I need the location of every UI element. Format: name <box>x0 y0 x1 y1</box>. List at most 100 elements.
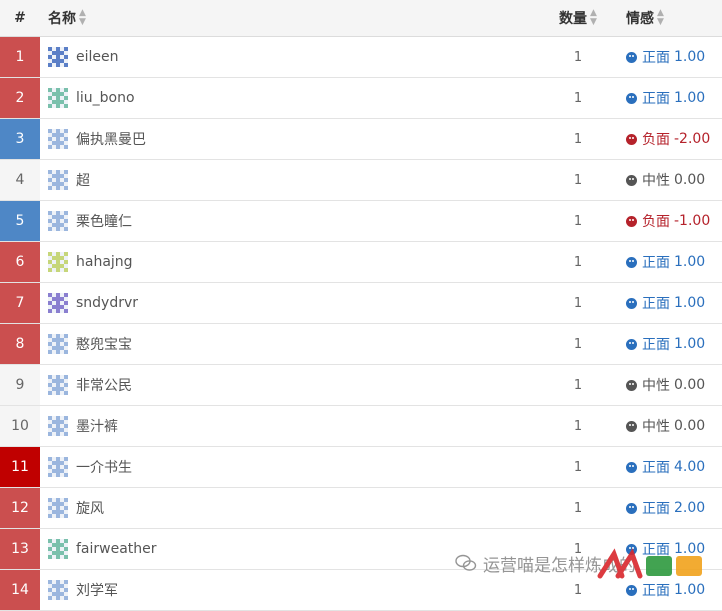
rank-number: 4 <box>15 172 25 188</box>
table-row[interactable]: 11 一介书生 1 正面 4.00 <box>0 447 722 488</box>
avatar <box>48 170 68 190</box>
user-name[interactable]: 偏执黑曼巴 <box>76 129 146 149</box>
name-cell[interactable]: 一介书生 <box>48 447 528 487</box>
sentiment-label: 正面 <box>642 337 670 353</box>
avatar <box>48 211 68 231</box>
column-name-header[interactable]: 名称 ▲ ▼ <box>48 0 528 36</box>
table-row[interactable]: 2 liu_bono 1 正面 1.00 <box>0 78 722 119</box>
avatar <box>48 539 68 559</box>
count-value: 1 <box>573 172 583 188</box>
name-cell[interactable]: 旋风 <box>48 488 528 528</box>
count-cell: 1 <box>548 201 608 241</box>
name-cell[interactable]: liu_bono <box>48 78 528 118</box>
name-cell[interactable]: eileen <box>48 37 528 77</box>
rank-cell: 6 <box>0 242 40 282</box>
table-row[interactable]: 1 eileen 1 正面 1.00 <box>0 37 722 78</box>
count-cell: 1 <box>548 37 608 77</box>
rank-cell: 1 <box>0 37 40 77</box>
user-name[interactable]: 栗色瞳仁 <box>76 211 132 231</box>
sentiment-cell: 正面 1.00 <box>626 242 722 282</box>
user-name[interactable]: 非常公民 <box>76 375 132 395</box>
name-cell[interactable]: 栗色瞳仁 <box>48 201 528 241</box>
column-sentiment-header[interactable]: 情感 ▲ ▼ <box>626 0 722 36</box>
neutral-face-icon <box>626 420 637 432</box>
name-cell[interactable]: 墨汁裤 <box>48 406 528 446</box>
name-cell[interactable]: hahajng <box>48 242 528 282</box>
rank-cell: 5 <box>0 201 40 241</box>
user-name[interactable]: 旋风 <box>76 498 104 518</box>
sentiment-label: 正面 <box>642 91 670 107</box>
name-cell[interactable]: 偏执黑曼巴 <box>48 119 528 159</box>
table-row[interactable]: 5 栗色瞳仁 1 负面 -1.00 <box>0 201 722 242</box>
sentiment-cell: 负面 -1.00 <box>626 201 722 241</box>
sentiment-score: -2.00 <box>674 131 711 147</box>
table-row[interactable]: 4 超 1 中性 0.00 <box>0 160 722 201</box>
rank-number: 3 <box>15 131 25 147</box>
count-value: 1 <box>573 49 583 65</box>
rank-cell: 2 <box>0 78 40 118</box>
smile-icon <box>626 461 637 473</box>
user-name[interactable]: 一介书生 <box>76 457 132 477</box>
table-row[interactable]: 6 hahajng 1 正面 1.00 <box>0 242 722 283</box>
rank-number: 7 <box>15 295 25 311</box>
user-name[interactable]: 墨汁裤 <box>76 416 118 436</box>
user-name[interactable]: fairweather <box>76 541 157 557</box>
sentiment-label: 正面 <box>642 296 670 312</box>
leaderboard-table: # 名称 ▲ ▼ 数量 ▲ ▼ 情感 ▲ ▼ 1 eileen 1 正面 1.0… <box>0 0 722 611</box>
table-row[interactable]: 9 非常公民 1 中性 0.00 <box>0 365 722 406</box>
column-sentiment-label: 情感 <box>626 11 654 27</box>
table-row[interactable]: 12 旋风 1 正面 2.00 <box>0 488 722 529</box>
avatar <box>48 498 68 518</box>
user-name[interactable]: hahajng <box>76 254 133 270</box>
name-cell[interactable]: sndydrvr <box>48 283 528 323</box>
smile-icon <box>626 338 637 350</box>
rank-number: 1 <box>15 49 25 65</box>
sentiment-score: 1.00 <box>674 90 706 106</box>
rank-cell: 4 <box>0 160 40 200</box>
user-name[interactable]: sndydrvr <box>76 295 138 311</box>
avatar <box>48 47 68 67</box>
user-name[interactable]: 刘学军 <box>76 580 118 600</box>
sentiment-cell: 正面 2.00 <box>626 488 722 528</box>
rank-cell: 13 <box>0 529 40 569</box>
name-cell[interactable]: 非常公民 <box>48 365 528 405</box>
column-count-header[interactable]: 数量 ▲ ▼ <box>548 0 608 36</box>
wechat-icon <box>455 554 477 571</box>
sort-icon[interactable]: ▲ ▼ <box>657 9 664 27</box>
user-name[interactable]: 超 <box>76 170 90 190</box>
smile-icon <box>626 256 637 268</box>
table-row[interactable]: 7 sndydrvr 1 正面 1.00 <box>0 283 722 324</box>
sentiment-score: 2.00 <box>674 500 706 516</box>
sentiment-label: 正面 <box>642 501 670 517</box>
column-name-label: 名称 <box>48 11 76 27</box>
table-row[interactable]: 8 憨兜宝宝 1 正面 1.00 <box>0 324 722 365</box>
avatar <box>48 252 68 272</box>
name-cell[interactable]: 超 <box>48 160 528 200</box>
table-row[interactable]: 10 墨汁裤 1 中性 0.00 <box>0 406 722 447</box>
user-name[interactable]: liu_bono <box>76 90 135 106</box>
sentiment-score: 1.00 <box>674 49 706 65</box>
count-cell: 1 <box>548 242 608 282</box>
sort-icon[interactable]: ▲ ▼ <box>79 9 86 27</box>
sentiment-score: 0.00 <box>674 172 706 188</box>
count-value: 1 <box>573 254 583 270</box>
user-name[interactable]: eileen <box>76 49 119 65</box>
rank-number: 10 <box>11 418 29 434</box>
sentiment-label: 中性 <box>642 173 670 189</box>
count-value: 1 <box>573 90 583 106</box>
sentiment-score: 4.00 <box>674 459 706 475</box>
table-row[interactable]: 3 偏执黑曼巴 1 负面 -2.00 <box>0 119 722 160</box>
avatar <box>48 88 68 108</box>
rank-cell: 11 <box>0 447 40 487</box>
column-index-header: # <box>14 10 26 26</box>
smile-icon <box>626 51 637 63</box>
sentiment-score: 1.00 <box>674 336 706 352</box>
name-cell[interactable]: 憨兜宝宝 <box>48 324 528 364</box>
count-value: 1 <box>573 295 583 311</box>
user-name[interactable]: 憨兜宝宝 <box>76 334 132 354</box>
rank-number: 6 <box>15 254 25 270</box>
rank-number: 2 <box>15 90 25 106</box>
sort-icon[interactable]: ▲ ▼ <box>590 9 597 27</box>
rank-number: 5 <box>15 213 25 229</box>
sentiment-cell: 正面 1.00 <box>626 37 722 77</box>
